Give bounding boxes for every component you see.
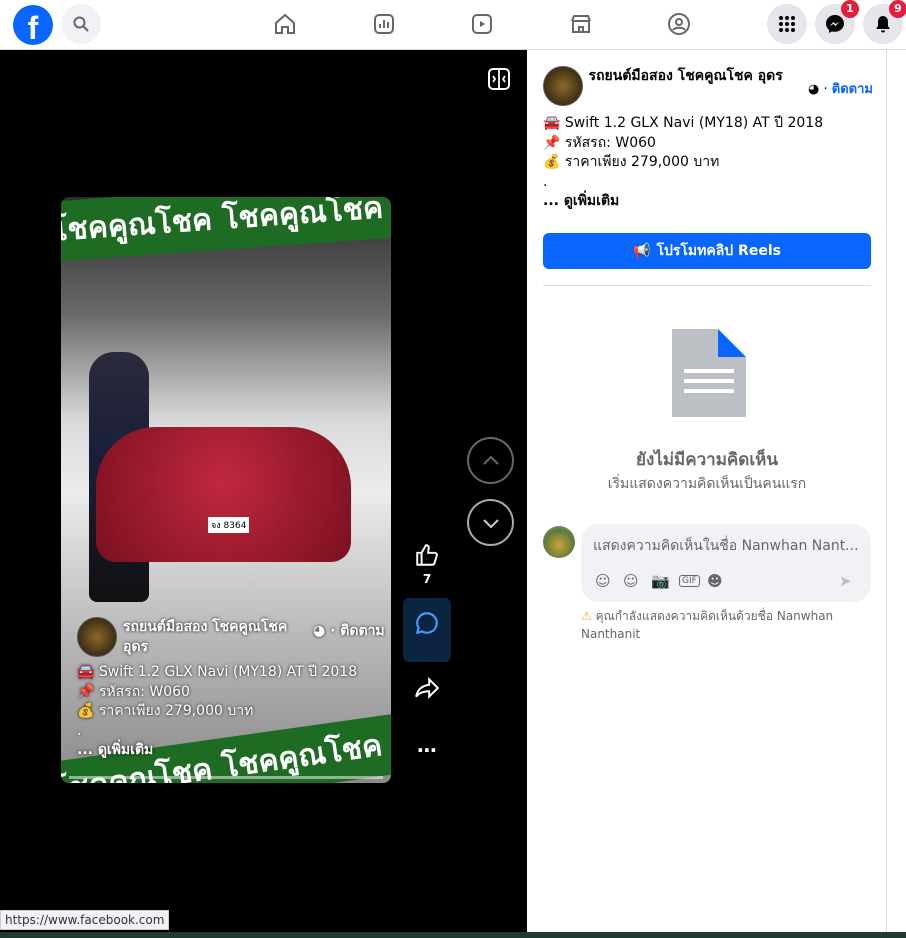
groups-icon — [668, 13, 690, 35]
comment-button[interactable] — [403, 598, 451, 662]
grid-icon — [779, 16, 795, 32]
notifications-button[interactable]: 9 — [863, 0, 906, 44]
video-see-more[interactable]: ... ดูเพิ่มเติม — [77, 741, 391, 761]
pin-emoji-icon: 📌 — [543, 134, 565, 151]
bottom-strip — [0, 932, 906, 938]
chart-icon — [374, 14, 394, 34]
menu-button[interactable] — [767, 4, 807, 44]
details-panel: รถยนต์มือสอง โชคคูณโชค อุดร ◕ · ติดตาม 🚘… — [527, 50, 887, 938]
share-icon — [415, 676, 440, 700]
chevron-down-icon — [482, 518, 499, 528]
post-line3: ราคาเพียง 279,000 บาท — [564, 154, 720, 170]
video-follow-button[interactable]: ติดตาม — [340, 623, 384, 639]
nav-home[interactable] — [271, 10, 299, 38]
video-line1: Swift 1.2 GLX Navi (MY18) AT ปี 2018 — [98, 664, 358, 680]
comment-placeholder: แสดงความคิดเห็นในชื่อ Nanwhan Nant... — [593, 538, 859, 554]
top-nav: f 1 9 — [0, 0, 906, 50]
like-icon — [416, 544, 438, 566]
messenger-button[interactable]: 1 — [815, 0, 859, 44]
moneybag-emoji-icon: 💰 — [77, 703, 99, 719]
car-emoji-icon: 🚘 — [543, 115, 565, 131]
video-banner-top: โชคคูณโชค โชคคูณโชค — [61, 197, 391, 262]
moneybag-emoji-icon: 💰 — [543, 154, 565, 170]
video-car: จง 8364 — [96, 427, 351, 562]
next-reel-button[interactable] — [467, 499, 514, 546]
warning-text: คุณกำลังแสดงความคิดเห็นด้วยชื่อ Nanwhan … — [581, 609, 834, 641]
emoji-icon[interactable]: ☺ — [623, 572, 639, 590]
post-line1: Swift 1.2 GLX Navi (MY18) AT ปี 2018 — [564, 115, 824, 131]
more-icon: ⋯ — [417, 738, 437, 762]
divider — [543, 285, 871, 286]
page-avatar[interactable] — [543, 66, 583, 106]
post-line2: รหัสรถ: W060 — [564, 134, 656, 151]
video-icon — [472, 14, 492, 34]
nav-marketplace[interactable] — [567, 10, 595, 38]
messenger-icon — [826, 15, 844, 33]
comment-input[interactable]: แสดงความคิดเห็นในชื่อ Nanwhan Nant... ☺ … — [581, 524, 871, 602]
gif-icon[interactable]: GIF — [679, 575, 700, 587]
globe-icon: ◕ · — [313, 623, 341, 639]
avatar-sticker-icon[interactable]: ☺ — [595, 572, 611, 590]
warning-icon: ⚠ — [581, 609, 596, 623]
search-icon — [73, 16, 89, 32]
bell-icon — [876, 16, 890, 33]
status-url: https://www.facebook.com — [0, 910, 170, 930]
no-comments-subtitle: เริ่มแสดงความคิดเห็นเป็นคนแรก — [607, 476, 807, 492]
megaphone-icon: 📢 — [633, 243, 651, 259]
store-icon — [571, 15, 591, 33]
video-page-name[interactable]: รถยนต์มือสอง โชคคูณโชค อุดร — [123, 617, 313, 657]
globe-icon: ◕ · — [808, 82, 832, 97]
video-line2: รหัสรถ: W060 — [98, 683, 190, 700]
post-dot: . — [543, 173, 548, 190]
like-count: 7 — [422, 572, 432, 586]
nav-video[interactable] — [468, 10, 496, 38]
video-line3: ราคาเพียง 279,000 บาท — [98, 703, 254, 719]
previous-reel-button[interactable] — [467, 437, 514, 484]
document-icon — [672, 329, 746, 417]
like-button[interactable]: 7 — [404, 542, 450, 586]
notifications-badge: 9 — [889, 0, 906, 18]
camera-icon[interactable]: 📷 — [651, 572, 670, 590]
promote-reels-button[interactable]: 📢 โปรโมทคลิป Reels — [543, 233, 871, 269]
search-button[interactable] — [61, 4, 101, 44]
video-progress-bar[interactable] — [69, 776, 383, 779]
reel-video[interactable]: โชคคูณโชค โชคคูณโชค จง 8364 โชคคูณโชค โช… — [61, 197, 391, 783]
pin-emoji-icon: 📌 — [77, 683, 99, 700]
page-name[interactable]: รถยนต์มือสอง โชคคูณโชค อุดร — [589, 66, 797, 86]
no-comments-title: ยังไม่มีความคิดเห็น — [636, 450, 778, 470]
video-caption: รถยนต์มือสอง โชคคูณโชค อุดร ◕ · ติดตาม 🚘… — [77, 617, 391, 761]
video-dot: . — [77, 722, 82, 739]
see-more-link[interactable]: ... ดูเพิ่มเติม — [543, 192, 823, 212]
facebook-logo[interactable]: f — [13, 5, 53, 46]
toggle-panel-button[interactable] — [488, 68, 510, 94]
chevron-up-icon — [482, 455, 499, 465]
page-avatar[interactable] — [77, 617, 117, 657]
user-avatar[interactable] — [543, 526, 575, 558]
comment-icon — [415, 612, 438, 635]
reel-viewer: โชคคูณโชค โชคคูณโชค จง 8364 โชคคูณโชค โช… — [0, 50, 527, 938]
share-button[interactable] — [404, 675, 450, 705]
sticker-icon[interactable]: ☻ — [707, 572, 723, 590]
nav-groups[interactable] — [665, 10, 693, 38]
license-plate: จง 8364 — [208, 517, 250, 533]
car-emoji-icon: 🚘 — [77, 664, 99, 680]
nav-dashboard[interactable] — [370, 10, 398, 38]
post-description: 🚘 Swift 1.2 GLX Navi (MY18) AT ปี 2018 📌… — [543, 114, 823, 212]
panel-toggle-icon — [488, 68, 510, 90]
follow-button[interactable]: ติดตาม — [832, 82, 873, 97]
promote-label: โปรโมทคลิป Reels — [656, 243, 781, 259]
scrollbar[interactable] — [886, 50, 906, 938]
home-icon — [275, 13, 295, 34]
send-icon[interactable]: ➤ — [839, 572, 852, 590]
messenger-badge: 1 — [841, 0, 859, 18]
comment-warning: ⚠ คุณกำลังแสดงความคิดเห็นด้วยชื่อ Nanwha… — [581, 607, 871, 643]
more-options-button[interactable]: ⋯ — [404, 738, 450, 762]
